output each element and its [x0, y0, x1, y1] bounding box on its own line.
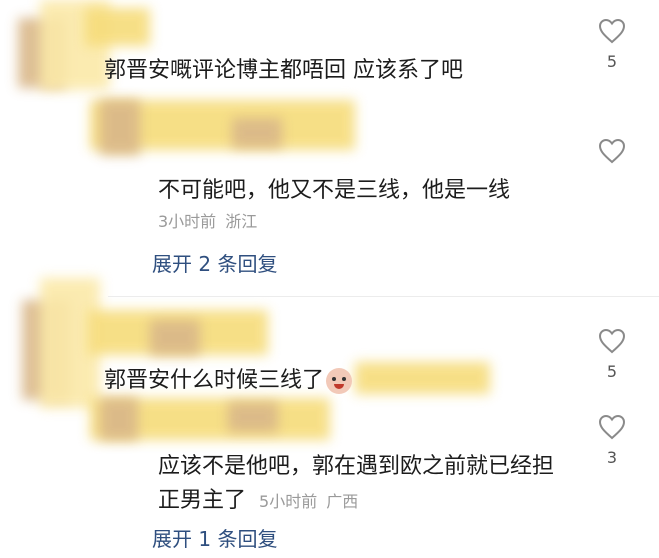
reply-text-content: 正男主了	[158, 488, 247, 513]
like-count: 3	[606, 448, 618, 467]
like-button[interactable]	[592, 138, 632, 164]
reply-text-line1: 应该不是他吧，郭在遇到欧之前就已经担	[158, 454, 555, 479]
reply-meta: 5小时前 广西	[259, 492, 358, 511]
reply-username-blurred-detail	[228, 402, 278, 432]
comment-text-content: 郭晋安什么时候三线了	[104, 368, 325, 393]
reply-location: 广西	[326, 492, 359, 511]
heart-icon	[598, 328, 626, 354]
username-blurred[interactable]	[85, 8, 150, 46]
reply-time: 3小时前	[158, 212, 217, 231]
comment-tail-blurred	[355, 362, 490, 394]
reply-text-line2: 正男主了 5小时前 广西	[158, 482, 358, 514]
heart-icon	[598, 414, 626, 440]
like-count: 5	[606, 362, 618, 381]
reply-time: 5小时前	[259, 492, 318, 511]
username-blurred-detail	[150, 320, 200, 355]
reply-location: 浙江	[225, 212, 258, 231]
reply-username-blurred-detail	[232, 118, 282, 148]
expand-replies-link[interactable]: 展开 1 条回复	[152, 523, 277, 552]
reply-username-blurred-detail	[100, 100, 140, 155]
like-count: 5	[606, 52, 618, 71]
comment-text: 郭晋安嘅评论博主都唔回 应该系了吧	[104, 58, 463, 83]
expand-replies-link[interactable]: 展开 2 条回复	[152, 248, 277, 277]
like-button[interactable]: 5	[592, 328, 632, 381]
reply-meta: 3小时前 浙江	[158, 208, 257, 232]
heart-icon	[598, 138, 626, 164]
divider	[108, 296, 659, 297]
like-button[interactable]: 3	[592, 414, 632, 467]
reply-username-blurred-detail	[100, 398, 138, 440]
like-button[interactable]: 5	[592, 18, 632, 71]
heart-icon	[598, 18, 626, 44]
reply-text: 不可能吧，他又不是三线，他是一线	[158, 178, 511, 203]
crying-emoji-icon	[326, 368, 353, 394]
comment-text: 郭晋安什么时候三线了	[104, 362, 353, 394]
